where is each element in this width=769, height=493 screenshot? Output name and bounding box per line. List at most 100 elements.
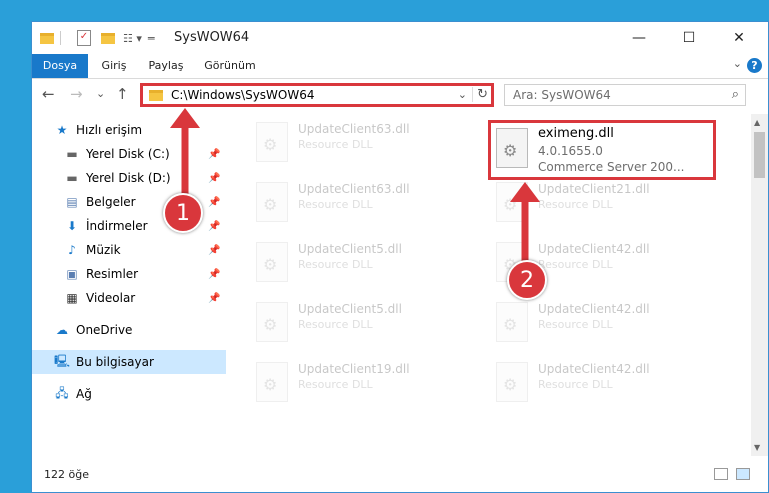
file-name: UpdateClient42.dll <box>538 362 650 376</box>
pin-icon[interactable]: 📌 <box>208 221 220 232</box>
navigation-bar: ← → ⌄ ↑ C:\Windows\SysWOW64 ⌄ ↻ Ara: Sys… <box>32 79 768 111</box>
pin-icon[interactable]: 📌 <box>208 149 220 160</box>
music-icon: ♪ <box>68 243 76 257</box>
sidebar-item-disk-c[interactable]: ▬ Yerel Disk (C:) 📌 <box>32 142 226 166</box>
minimize-button[interactable]: — <box>616 22 662 54</box>
dropdown-icon[interactable]: ═ <box>148 32 155 45</box>
scroll-up-icon[interactable]: ▲ <box>754 118 760 127</box>
customize-toolbar-icon[interactable]: ☷ ▾ <box>123 32 142 45</box>
tab-home[interactable]: Giriş <box>94 54 134 78</box>
sidebar-item-music[interactable]: ♪ Müzik 📌 <box>32 238 226 262</box>
highlighted-file-eximeng[interactable]: eximeng.dll 4.0.1655.0 Commerce Server 2… <box>488 120 716 180</box>
sidebar-item-label: Videolar <box>86 291 136 305</box>
sidebar-item-label: Ağ <box>76 387 92 401</box>
details-view-icon[interactable] <box>714 468 728 480</box>
pin-icon[interactable]: 📌 <box>208 269 220 280</box>
address-dropdown-icon[interactable]: ⌄ <box>458 88 467 101</box>
folder-icon <box>149 89 163 101</box>
address-path: C:\Windows\SysWOW64 <box>171 88 315 102</box>
list-item[interactable]: UpdateClient42.dll Resource DLL <box>488 296 718 352</box>
properties-icon[interactable]: ✓ <box>77 30 91 46</box>
drive-icon: ▬ <box>66 147 78 161</box>
pin-icon[interactable]: 📌 <box>208 293 220 304</box>
pictures-icon: ▣ <box>66 267 78 281</box>
tab-share[interactable]: Paylaş <box>142 54 190 78</box>
pin-icon[interactable]: 📌 <box>208 245 220 256</box>
refresh-button[interactable]: ↻ <box>472 87 488 102</box>
search-input[interactable]: Ara: SysWOW64 <box>513 88 611 102</box>
list-item[interactable]: UpdateClient42.dll Resource DLL <box>488 356 718 412</box>
scroll-down-icon[interactable]: ▼ <box>754 443 760 452</box>
sidebar-item-label: Resimler <box>86 267 139 281</box>
file-name: UpdateClient19.dll <box>298 362 410 376</box>
list-item[interactable]: UpdateClient21.dll Resource DLL <box>488 176 718 232</box>
search-box[interactable]: Ara: SysWOW64 ⌕ <box>504 84 746 106</box>
sidebar-item-label: Yerel Disk (D:) <box>86 171 171 185</box>
sidebar-item-videos[interactable]: ▦ Videolar 📌 <box>32 286 226 310</box>
sidebar-item-label: Bu bilgisayar <box>76 355 154 369</box>
tab-view[interactable]: Görünüm <box>200 54 260 78</box>
file-version: 4.0.1655.0 <box>538 144 603 158</box>
network-icon: 🖧 <box>55 385 69 400</box>
sidebar-item-quick-access[interactable]: ★ Hızlı erişim <box>32 118 226 142</box>
list-item[interactable]: UpdateClient5.dll Resource DLL <box>248 236 478 292</box>
dll-file-icon <box>256 242 288 282</box>
file-name: UpdateClient21.dll <box>538 182 650 196</box>
dll-file-icon <box>256 302 288 342</box>
file-name: UpdateClient42.dll <box>538 302 650 316</box>
file-description: Resource DLL <box>298 258 373 271</box>
sidebar-item-pictures[interactable]: ▣ Resimler 📌 <box>32 262 226 286</box>
explorer-window: ✓ ☷ ▾ ═ SysWOW64 — ☐ ✕ Dosya Giriş Payla… <box>31 21 769 493</box>
address-bar[interactable]: C:\Windows\SysWOW64 ⌄ ↻ <box>140 83 494 107</box>
dll-file-icon <box>256 182 288 222</box>
up-button[interactable]: ↑ <box>116 85 129 103</box>
file-description: Resource DLL <box>538 318 613 331</box>
folder-icon <box>40 32 54 44</box>
scroll-thumb[interactable] <box>754 132 765 178</box>
file-description: Resource DLL <box>538 198 613 211</box>
download-icon: ⬇ <box>66 219 78 233</box>
ribbon-tabs: Dosya Giriş Paylaş Görünüm ⌄ ? <box>32 54 768 79</box>
sidebar-item-label: Müzik <box>86 243 121 257</box>
close-button[interactable]: ✕ <box>716 22 762 54</box>
sidebar-item-network[interactable]: 🖧 Ağ <box>32 382 226 406</box>
dll-file-icon <box>496 182 528 222</box>
help-icon[interactable]: ? <box>747 58 762 73</box>
file-description: Commerce Server 200... <box>538 160 685 174</box>
tiles-view-icon[interactable] <box>736 468 750 480</box>
tab-file[interactable]: Dosya <box>32 54 88 78</box>
cloud-icon: ☁ <box>56 323 68 337</box>
sidebar-item-label: Hızlı erişim <box>76 123 143 137</box>
file-name: eximeng.dll <box>538 126 614 141</box>
videos-icon: ▦ <box>66 291 78 305</box>
ribbon-expand-icon[interactable]: ⌄ <box>733 57 742 70</box>
forward-button[interactable]: → <box>70 85 83 103</box>
pin-icon[interactable]: 📌 <box>208 197 220 208</box>
back-button[interactable]: ← <box>42 85 55 103</box>
vertical-scrollbar[interactable]: ▲ ▼ <box>751 114 768 456</box>
item-count: 122 öğe <box>44 468 89 481</box>
file-name: UpdateClient5.dll <box>298 302 402 316</box>
list-item[interactable]: UpdateClient19.dll Resource DLL <box>248 356 478 412</box>
list-item[interactable]: UpdateClient63.dll Resource DLL <box>248 176 478 232</box>
title-bar: ✓ ☷ ▾ ═ SysWOW64 — ☐ ✕ <box>32 22 768 54</box>
recent-locations-button[interactable]: ⌄ <box>96 87 105 100</box>
list-item[interactable]: UpdateClient5.dll Resource DLL <box>248 296 478 352</box>
file-description: Resource DLL <box>298 138 373 151</box>
file-description: Resource DLL <box>298 198 373 211</box>
list-item[interactable]: UpdateClient63.dll Resource DLL <box>248 116 478 172</box>
pin-icon[interactable]: 📌 <box>208 173 220 184</box>
file-name: UpdateClient42.dll <box>538 242 650 256</box>
sidebar-item-onedrive[interactable]: ☁ OneDrive <box>32 318 226 342</box>
star-icon: ★ <box>56 123 68 137</box>
sidebar-item-this-pc[interactable]: 🖳 Bu bilgisayar <box>32 350 226 374</box>
documents-icon: ▤ <box>66 195 78 209</box>
sidebar-item-disk-d[interactable]: ▬ Yerel Disk (D:) 📌 <box>32 166 226 190</box>
sidebar-item-label: İndirmeler <box>86 219 148 233</box>
file-description: Resource DLL <box>298 318 373 331</box>
computer-icon: 🖳 <box>54 353 71 368</box>
maximize-button[interactable]: ☐ <box>666 22 712 54</box>
new-folder-icon[interactable] <box>101 32 115 44</box>
dll-file-icon <box>256 122 288 162</box>
file-name: UpdateClient63.dll <box>298 182 410 196</box>
